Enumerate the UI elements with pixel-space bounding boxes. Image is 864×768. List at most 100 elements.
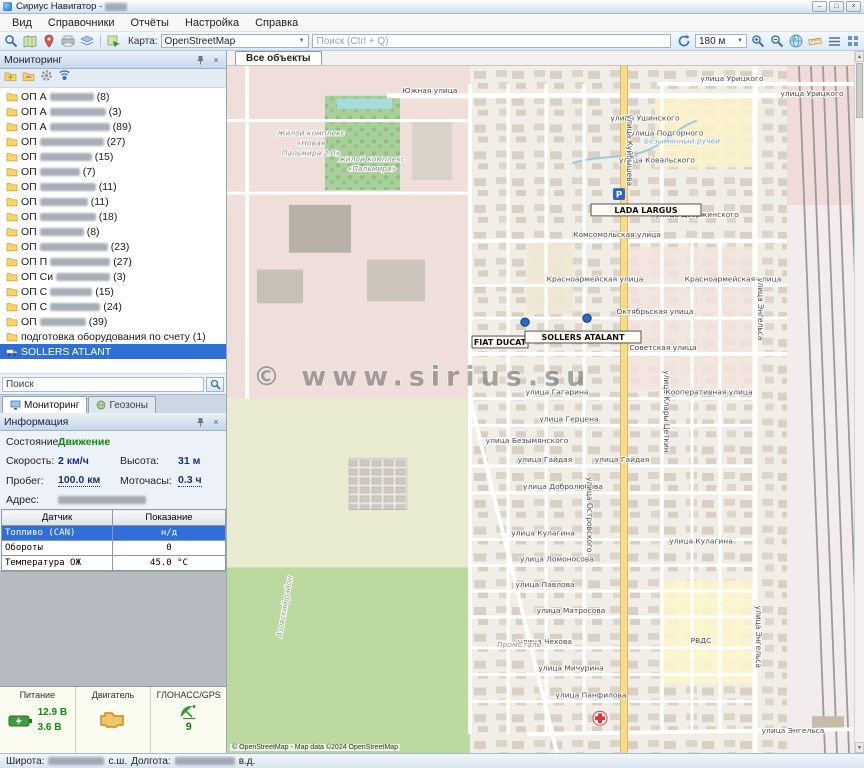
- tracker-signal-icon[interactable]: [58, 69, 71, 87]
- sensor-row[interactable]: Обороты0: [2, 541, 226, 556]
- tree-item[interactable]: ОП А(8): [0, 89, 226, 104]
- map-tabstrip: Все объекты: [227, 51, 854, 66]
- sensor-col-value[interactable]: Показание: [113, 510, 226, 526]
- search-icon[interactable]: [3, 34, 19, 49]
- power-backup-voltage: 3.6 В: [38, 721, 67, 736]
- sidebar-tabs: Мониторинг Геозоны: [0, 394, 226, 413]
- close-panel-icon[interactable]: ×: [210, 54, 222, 66]
- zoom-out-icon[interactable]: [769, 34, 785, 49]
- tab-geozones-label: Геозоны: [109, 400, 148, 411]
- map-tab-all-objects[interactable]: Все объекты: [235, 51, 322, 65]
- global-search-input[interactable]: [312, 34, 671, 48]
- maximize-button[interactable]: □: [829, 1, 844, 12]
- vehicle-label: FIAT DUCAT: [474, 338, 527, 347]
- engine-hours-value[interactable]: 0.3 ч: [178, 474, 202, 487]
- tree-item[interactable]: ОП(39): [0, 314, 226, 329]
- gauge-engine[interactable]: Двигатель: [76, 687, 152, 753]
- altitude-label: Высота:: [120, 455, 178, 467]
- collapse-all-icon[interactable]: [22, 69, 35, 87]
- marker-icon[interactable]: [41, 34, 57, 49]
- tree-item[interactable]: ОП(27): [0, 134, 226, 149]
- street-label: Жилой комплекс: [276, 129, 344, 138]
- map-canvas[interactable]: P Южная улицаулица Урицкогоулица Урицког…: [227, 66, 854, 753]
- measure-icon[interactable]: [807, 34, 823, 49]
- tab-geozones[interactable]: Геозоны: [88, 396, 156, 413]
- vehicle-dot[interactable]: [583, 314, 591, 322]
- pin-icon[interactable]: [194, 416, 206, 428]
- globe-icon[interactable]: [788, 34, 804, 49]
- settings-gear-icon[interactable]: [40, 69, 53, 87]
- refresh-icon[interactable]: [676, 34, 692, 49]
- mileage-value[interactable]: 100.0 км: [58, 474, 100, 487]
- app-window: Сириус Навигатор - – □ × ВидСправочникиО…: [0, 0, 864, 768]
- print-icon[interactable]: [60, 34, 76, 49]
- menu-item[interactable]: Настройка: [177, 14, 247, 31]
- gauge-gps[interactable]: ГЛОНАСС/GPS 9: [151, 687, 226, 753]
- state-label: Состояние:: [6, 436, 58, 448]
- tree-item[interactable]: SOLLERS ATLANT: [0, 344, 226, 359]
- close-panel-icon[interactable]: ×: [210, 416, 222, 428]
- tree-item[interactable]: подготовка оборудования по счету (1): [0, 329, 226, 344]
- sensor-row[interactable]: Топливо (CAN)н/д: [2, 526, 226, 541]
- tree-item[interactable]: ОП С(24): [0, 299, 226, 314]
- sensor-row[interactable]: Температура ОЖ45.0 °C: [2, 556, 226, 571]
- map-provider-select[interactable]: OpenStreetMap ▼: [161, 34, 309, 48]
- tree-item[interactable]: ОП А(3): [0, 104, 226, 119]
- map-viewport[interactable]: P Южная улицаулица Урицкогоулица Урицког…: [227, 66, 854, 753]
- tree-item[interactable]: ОП(15): [0, 149, 226, 164]
- map-area: Все объекты: [227, 51, 854, 753]
- tree-item[interactable]: ОП С(15): [0, 284, 226, 299]
- map-go-icon[interactable]: [106, 34, 122, 49]
- menu-item[interactable]: Справка: [247, 14, 306, 31]
- street-label: улица Павлова: [515, 580, 574, 589]
- tree-item[interactable]: ОП А(89): [0, 119, 226, 134]
- tree-item[interactable]: ОП(8): [0, 224, 226, 239]
- zoom-in-icon[interactable]: [750, 34, 766, 49]
- expand-all-icon[interactable]: [4, 69, 17, 87]
- tree-item[interactable]: ОП П(27): [0, 254, 226, 269]
- sensor-col-name[interactable]: Датчик: [2, 510, 113, 526]
- toolbar: Карта: OpenStreetMap ▼ 180 м ▼: [0, 32, 864, 51]
- grid-icon[interactable]: [845, 34, 861, 49]
- info-panel-body: Состояние: Движение Скорость: 2 км/ч Выс…: [0, 431, 226, 509]
- vertical-scrollbar[interactable]: ▲ ▼: [854, 51, 864, 753]
- tree-item[interactable]: ОП(11): [0, 179, 226, 194]
- scroll-down-icon[interactable]: ▼: [855, 742, 864, 753]
- layers-icon[interactable]: [79, 34, 95, 49]
- address-value: [58, 494, 220, 506]
- sensor-table: Датчик Показание Топливо (CAN)н/дОбороты…: [1, 509, 226, 571]
- tab-monitoring[interactable]: Мониторинг: [2, 396, 87, 413]
- menu-item[interactable]: Справочники: [40, 14, 123, 31]
- street-label: улица Панфилова: [556, 690, 627, 699]
- tree-search-row: [0, 373, 226, 394]
- menu-item[interactable]: Отчёты: [123, 14, 177, 31]
- tree-item[interactable]: ОП(7): [0, 164, 226, 179]
- tree-item[interactable]: ОП(11): [0, 194, 226, 209]
- map-icon[interactable]: [22, 34, 38, 49]
- scroll-up-icon[interactable]: ▲: [855, 51, 864, 62]
- tree-item[interactable]: ОП(18): [0, 209, 226, 224]
- power-main-voltage: 12.9 В: [38, 706, 67, 721]
- menu-item[interactable]: Вид: [4, 14, 40, 31]
- zoom-scale-select[interactable]: 180 м ▼: [695, 34, 747, 48]
- vehicle-dot[interactable]: [521, 318, 529, 326]
- tree-item[interactable]: ОП(23): [0, 239, 226, 254]
- tree-search-button[interactable]: [206, 377, 224, 392]
- close-button[interactable]: ×: [846, 1, 861, 12]
- list-icon[interactable]: [826, 34, 842, 49]
- speed-value: 2 км/ч: [58, 455, 120, 467]
- pin-icon[interactable]: [194, 54, 206, 66]
- svg-text:P: P: [616, 191, 623, 201]
- scrollbar-thumb[interactable]: [856, 63, 863, 118]
- street-label: улица Ломоносова: [520, 554, 594, 563]
- street-label: Красноармейская улица: [685, 274, 782, 283]
- minimize-button[interactable]: –: [812, 1, 827, 12]
- vehicle-label: SOLLERS ATALANT: [542, 333, 626, 342]
- tree-item[interactable]: ОП Си(3): [0, 269, 226, 284]
- map-attribution: © OpenStreetMap - Map data ©2024 OpenStr…: [230, 744, 400, 751]
- scrollbar-track[interactable]: [855, 119, 864, 742]
- street-label: Советская улица: [629, 343, 696, 352]
- monitoring-toolbar: [0, 69, 226, 88]
- tree-search-input[interactable]: [2, 377, 204, 392]
- gauge-power[interactable]: Питание 12.9 В 3.6 В: [0, 687, 76, 753]
